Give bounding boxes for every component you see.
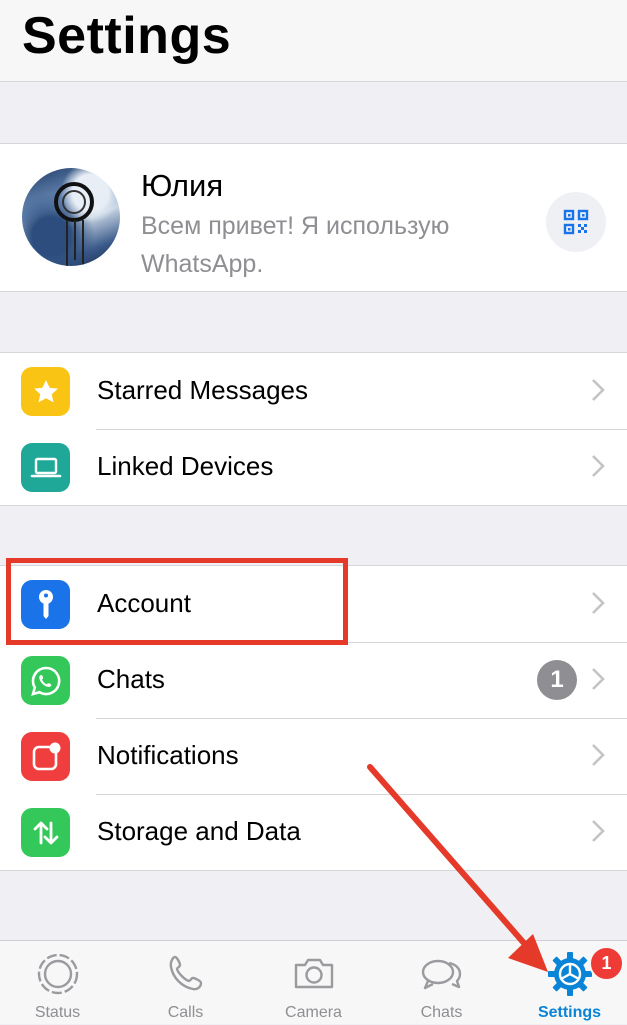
profile-name: Юлия <box>141 168 224 203</box>
profile-card[interactable]: Юлия Всем привет! Я использую WhatsApp. <box>0 143 627 292</box>
row-label: Starred Messages <box>97 375 308 405</box>
qr-code-icon <box>563 209 589 235</box>
phone-icon <box>169 955 203 991</box>
star-icon <box>21 367 70 416</box>
whatsapp-icon <box>21 656 70 705</box>
notifications-row[interactable]: Notifications <box>0 718 627 794</box>
linked-devices-row[interactable]: Linked Devices <box>0 429 627 505</box>
account-highlight-annotation <box>6 558 348 645</box>
tab-chats[interactable]: Chats <box>379 941 504 1025</box>
tab-label: Calls <box>167 1004 204 1021</box>
chevron-right-icon <box>592 668 605 690</box>
row-label: Linked Devices <box>97 451 274 481</box>
chevron-right-icon <box>592 820 605 842</box>
settings-group-1: Starred Messages Linked Devices <box>0 352 627 506</box>
row-label: Chats <box>97 664 165 694</box>
laptop-icon <box>21 443 70 492</box>
chevron-right-icon <box>592 455 605 477</box>
tab-label: Status <box>34 1004 81 1021</box>
navigation-header: Settings <box>0 0 627 82</box>
notification-icon <box>21 732 70 781</box>
tab-label: Settings <box>537 1004 602 1021</box>
row-label: Notifications <box>97 740 239 770</box>
tab-calls[interactable]: Calls <box>123 941 248 1025</box>
starred-messages-row[interactable]: Starred Messages <box>0 353 627 429</box>
chat-bubbles-icon <box>421 959 462 990</box>
avatar[interactable] <box>22 168 120 266</box>
chevron-right-icon <box>592 744 605 766</box>
storage-and-data-row[interactable]: Storage and Data <box>0 794 627 870</box>
settings-tab-badge: 1 <box>589 946 624 981</box>
tab-status[interactable]: Status <box>0 941 120 1025</box>
unread-count-badge: 1 <box>537 660 577 700</box>
profile-status: Всем привет! Я использую WhatsApp. <box>141 212 450 278</box>
qr-code-button[interactable] <box>546 192 606 252</box>
chevron-right-icon <box>592 592 605 614</box>
camera-icon <box>294 958 334 989</box>
tab-bar: Status Calls Camera Chats Settings <box>0 940 627 1024</box>
tab-camera[interactable]: Camera <box>251 941 376 1025</box>
chats-row[interactable]: Chats 1 <box>0 642 627 718</box>
settings-gear-icon <box>548 952 592 996</box>
storage-arrows-icon <box>21 808 70 857</box>
chevron-right-icon <box>592 379 605 401</box>
page-title: Settings <box>22 7 232 65</box>
tab-label: Camera <box>285 1004 342 1021</box>
status-icon <box>37 953 79 995</box>
row-label: Storage and Data <box>97 816 301 846</box>
tab-label: Chats <box>420 1004 463 1021</box>
